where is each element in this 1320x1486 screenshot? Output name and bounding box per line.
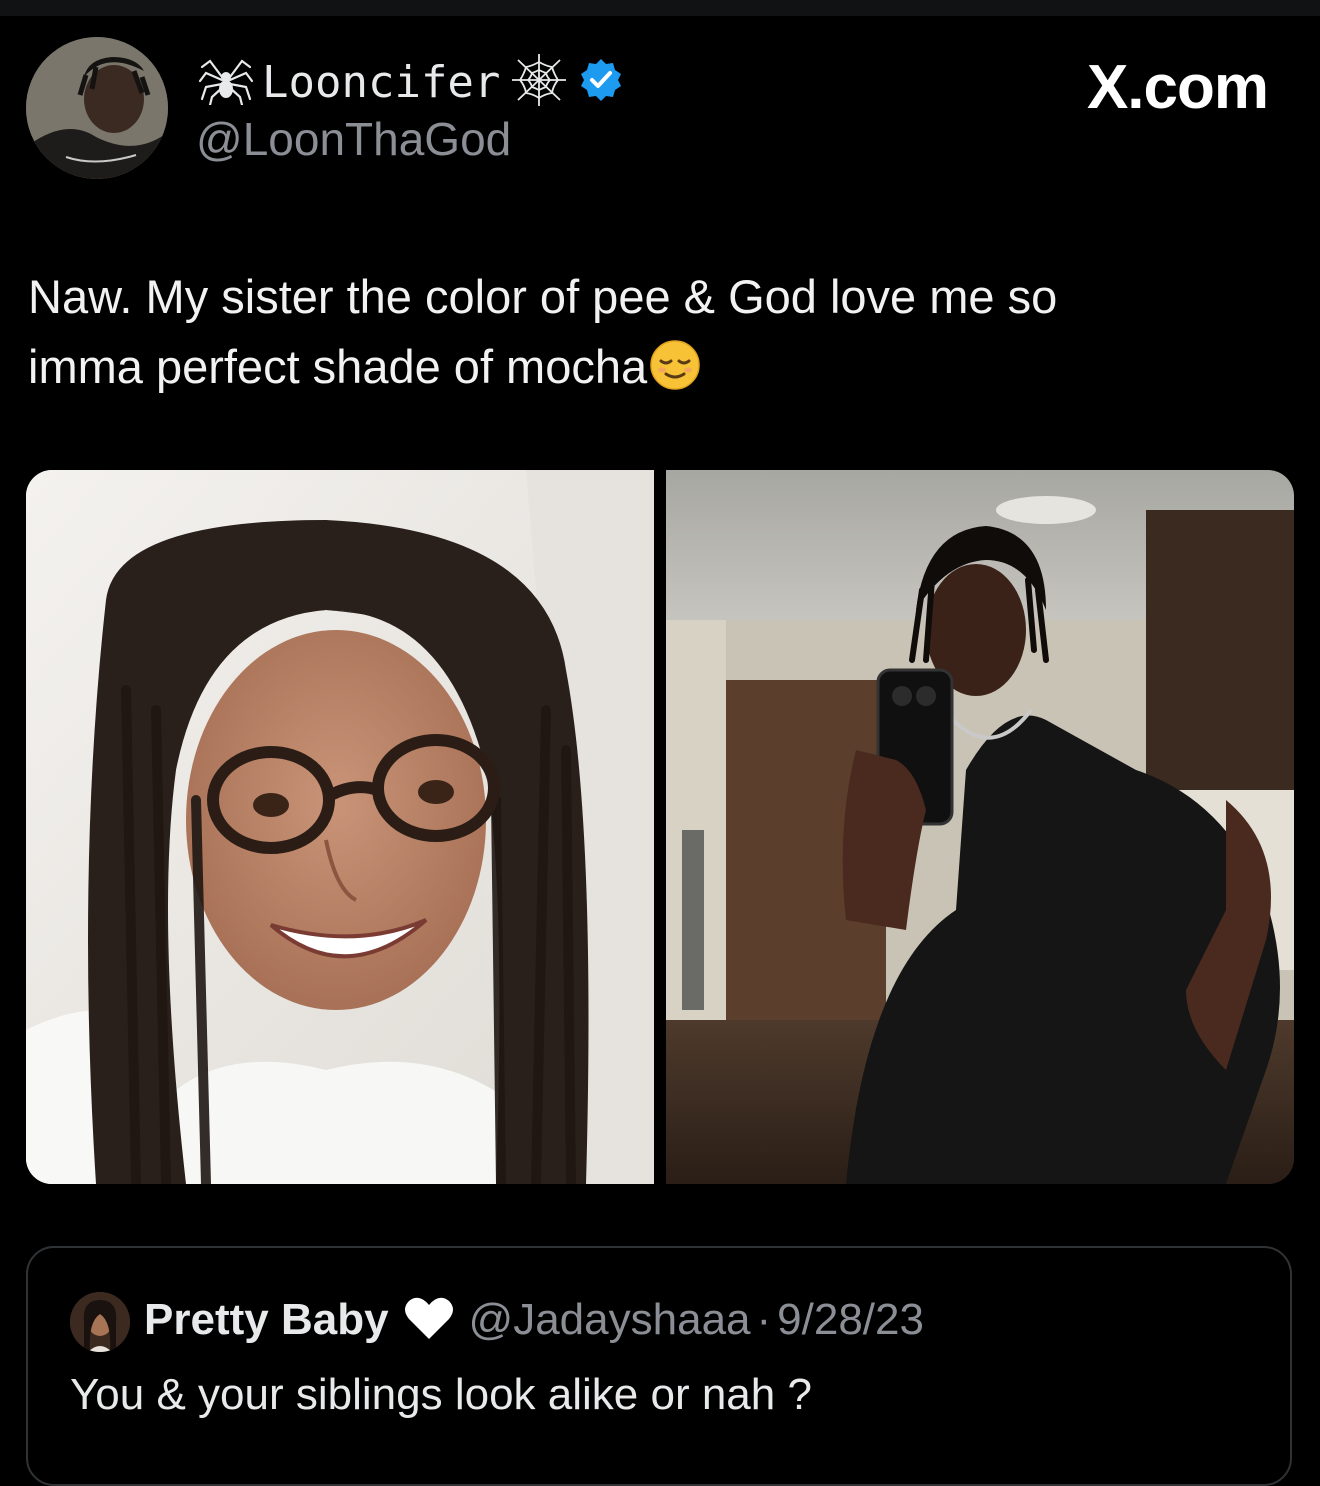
tweet-text-line-1: Naw. My sister the color of pee & God lo… — [28, 270, 1058, 323]
quoted-tweet-card[interactable]: Pretty Baby @Jadayshaaa · 9/28/23 You & … — [26, 1246, 1292, 1486]
quoted-separator-dot: · — [756, 1295, 772, 1344]
x-com-watermark: X.com — [1086, 53, 1269, 122]
spider-icon — [198, 55, 254, 110]
author-handle[interactable]: @LoonThaGod — [196, 112, 511, 166]
photo-right-image — [666, 470, 1294, 1184]
author-avatar-image — [26, 37, 168, 179]
quoted-tweet-text: You & your siblings look alike or nah ? — [70, 1370, 812, 1419]
photo-left-image — [26, 470, 654, 1184]
verified-badge-icon[interactable] — [578, 57, 624, 108]
quoted-avatar-image — [70, 1292, 130, 1352]
author-name-row: Looncifer — [198, 52, 624, 112]
quoted-author-name[interactable]: Pretty Baby — [144, 1295, 389, 1345]
quoted-tweet-date[interactable]: 9/28/23 — [777, 1295, 924, 1345]
author-avatar[interactable] — [26, 37, 168, 179]
white-heart-icon — [403, 1295, 455, 1346]
tweet-text-line-2-text: imma perfect shade of mocha — [28, 340, 648, 393]
spider-web-icon — [508, 52, 570, 113]
media-photo-right[interactable] — [666, 470, 1294, 1184]
quoted-author-handle[interactable]: @Jadayshaaa — [469, 1295, 751, 1345]
tweet-text-line-2: imma perfect shade of mocha — [28, 332, 1268, 402]
quoted-author-avatar[interactable] — [70, 1292, 130, 1352]
tweet-text: Naw. My sister the color of pee & God lo… — [28, 262, 1268, 402]
top-status-strip — [0, 0, 1320, 16]
relieved-face-emoji-icon — [649, 339, 701, 391]
author-display-name[interactable]: Looncifer — [262, 57, 500, 108]
media-photo-left[interactable] — [26, 470, 654, 1184]
tweet-media-grid — [26, 470, 1294, 1184]
quoted-tweet-header: Pretty Baby @Jadayshaaa · 9/28/23 — [144, 1290, 924, 1350]
